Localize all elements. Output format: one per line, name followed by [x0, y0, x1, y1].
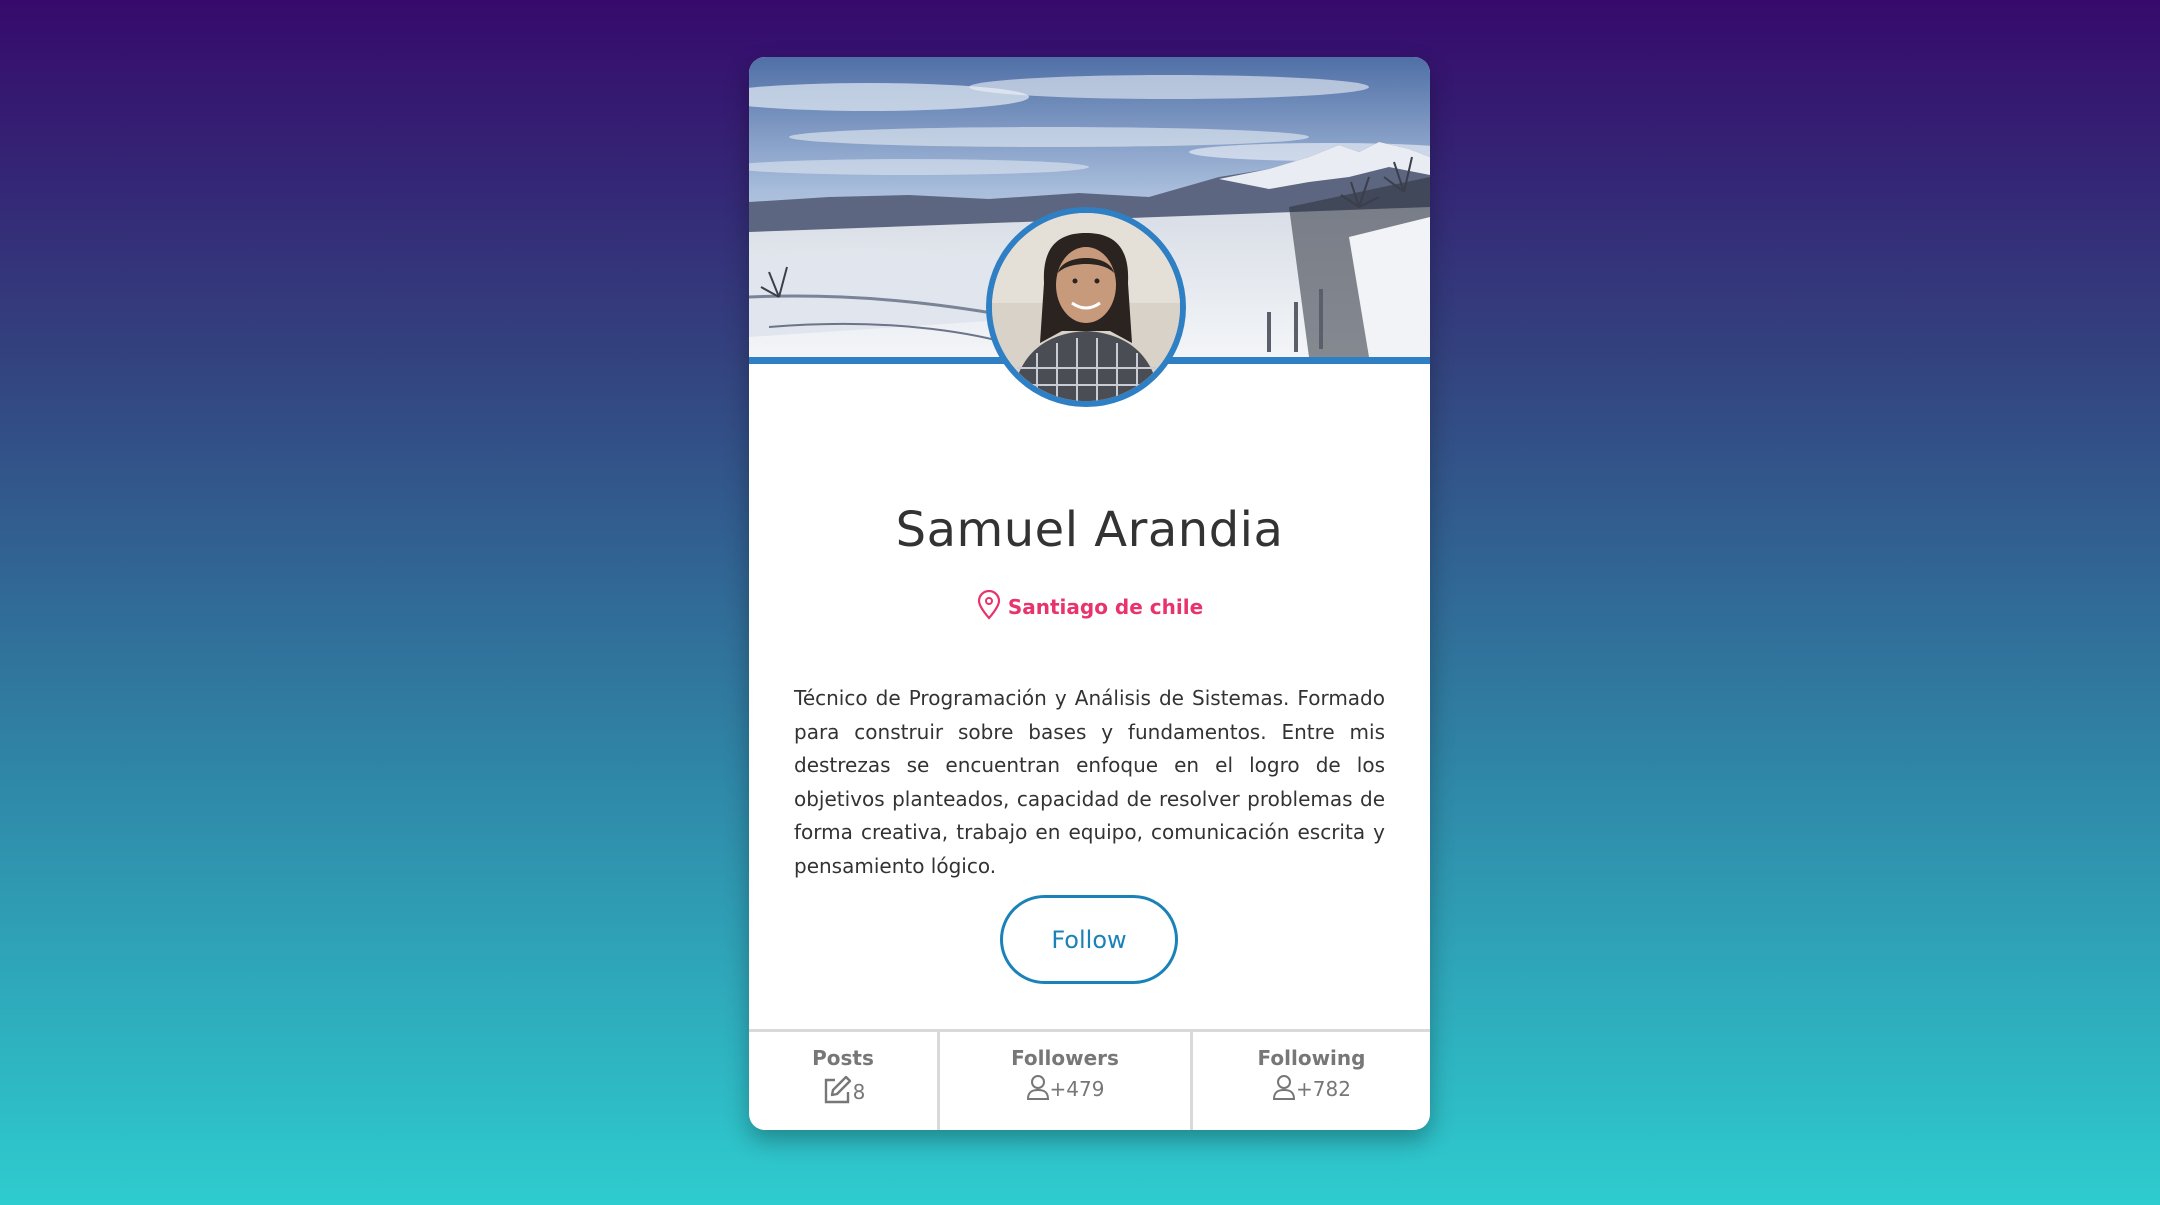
stats-bar: Posts 8 Followers +479 Following +782	[749, 1029, 1430, 1130]
profile-card: Samuel Arandia Santiago de chile Técnico…	[749, 57, 1430, 1130]
stat-posts-label: Posts	[812, 1046, 874, 1070]
location-text: Santiago de chile	[1007, 595, 1204, 619]
edit-icon	[821, 1074, 853, 1110]
stat-following[interactable]: Following +782	[1193, 1032, 1430, 1130]
stat-following-value: +782	[1296, 1077, 1351, 1101]
stat-following-label: Following	[1257, 1046, 1366, 1070]
follow-button[interactable]: Follow	[1000, 895, 1178, 984]
stat-posts-value: 8	[852, 1080, 866, 1104]
user-icon	[1272, 1074, 1296, 1104]
stat-followers-value: +479	[1049, 1077, 1105, 1101]
location: Santiago de chile	[749, 589, 1430, 624]
stat-followers[interactable]: Followers +479	[940, 1032, 1193, 1130]
user-icon	[1026, 1074, 1050, 1104]
map-pin-icon	[976, 589, 1002, 624]
stat-posts[interactable]: Posts 8	[749, 1032, 940, 1130]
avatar	[986, 207, 1186, 407]
profile-name: Samuel Arandia	[895, 502, 1284, 558]
profile-bio: Técnico de Programación y Análisis de Si…	[794, 686, 1385, 878]
stat-followers-label: Followers	[1011, 1046, 1119, 1070]
